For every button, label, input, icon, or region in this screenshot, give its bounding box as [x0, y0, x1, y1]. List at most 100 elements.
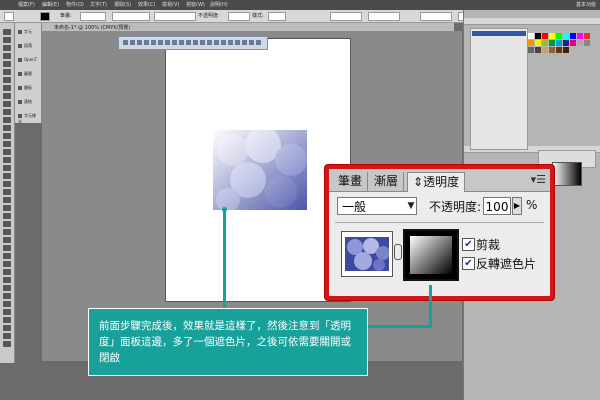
tool-icon[interactable] [3, 197, 11, 203]
panel-char-styles[interactable]: 字元樣式 [18, 113, 38, 124]
align-icon[interactable] [130, 40, 135, 45]
align-icon[interactable] [179, 40, 184, 45]
tool-icon[interactable] [3, 261, 11, 267]
align-icon[interactable] [207, 40, 212, 45]
swatch[interactable] [542, 33, 548, 39]
panel-layers[interactable]: 圖層 [18, 71, 38, 79]
tool-icon[interactable] [3, 157, 11, 163]
tool-icon[interactable] [3, 85, 11, 91]
tool-icon[interactable] [3, 221, 11, 227]
tool-icon[interactable] [3, 149, 11, 155]
tool-icon[interactable] [3, 53, 11, 59]
tool-icon[interactable] [3, 125, 11, 131]
swatch[interactable] [535, 47, 541, 53]
opacity-stepper[interactable]: ▶ [512, 197, 522, 215]
tool-icon[interactable] [3, 93, 11, 99]
tool-icon[interactable] [3, 213, 11, 219]
workspace-switcher[interactable]: 基本功能 [576, 1, 596, 8]
menu-window[interactable]: 視窗(W) [186, 1, 205, 8]
tool-icon[interactable] [3, 181, 11, 187]
tool-icon[interactable] [3, 45, 11, 51]
hydrangea-image[interactable] [213, 130, 307, 210]
swatch[interactable] [549, 40, 555, 46]
tool-icon[interactable] [3, 109, 11, 115]
clip-checkbox[interactable]: ✔ [462, 238, 475, 251]
align-icon[interactable] [214, 40, 219, 45]
swatch[interactable] [556, 33, 562, 39]
tool-icon[interactable] [3, 101, 11, 107]
tool-icon[interactable] [3, 309, 11, 315]
tool-icon[interactable] [3, 133, 11, 139]
swatch[interactable] [577, 40, 583, 46]
tool-icon[interactable] [3, 285, 11, 291]
swatch[interactable] [528, 33, 534, 39]
tool-icon[interactable] [3, 77, 11, 83]
align-icon[interactable] [228, 40, 233, 45]
tool-icon[interactable] [3, 277, 11, 283]
menu-view[interactable]: 檢視(V) [162, 1, 179, 8]
align-icon[interactable] [256, 40, 261, 45]
fill-swatch[interactable] [4, 12, 14, 21]
document-tab[interactable]: 未命名-1* @ 100% (CMYK/預覽) [54, 24, 130, 31]
tab-stroke[interactable]: 筆畫 [333, 172, 369, 191]
opacity-input[interactable]: 100 [483, 197, 511, 215]
align-icon[interactable] [200, 40, 205, 45]
menu-type[interactable]: 文字(T) [90, 1, 107, 8]
swatch[interactable] [570, 33, 576, 39]
align-icon[interactable] [221, 40, 226, 45]
link-icon[interactable] [394, 244, 402, 260]
tool-icon[interactable] [3, 293, 11, 299]
tool-icon[interactable] [3, 301, 11, 307]
swatch[interactable] [584, 33, 590, 39]
swatch[interactable] [556, 47, 562, 53]
swatch[interactable] [528, 47, 534, 53]
tool-icon[interactable] [3, 205, 11, 211]
tool-icon[interactable] [3, 245, 11, 251]
align-icon[interactable] [137, 40, 142, 45]
tool-icon[interactable] [3, 69, 11, 75]
panel-character[interactable]: 字元 [18, 29, 38, 37]
swatch[interactable] [563, 40, 569, 46]
tool-icon[interactable] [3, 237, 11, 243]
panel-artboards[interactable]: 畫板 [18, 85, 38, 93]
tool-icon[interactable] [3, 317, 11, 323]
tool-icon[interactable] [3, 165, 11, 171]
menu-select[interactable]: 選取(S) [114, 1, 131, 8]
swatch[interactable] [563, 47, 569, 53]
align-icon[interactable] [172, 40, 177, 45]
swatch[interactable] [577, 33, 583, 39]
tool-icon[interactable] [3, 341, 11, 347]
tool-icon[interactable] [3, 325, 11, 331]
menu-edit[interactable]: 編輯(E) [42, 1, 59, 8]
tool-icon[interactable] [3, 189, 11, 195]
swatch[interactable] [535, 40, 541, 46]
align-icon[interactable] [242, 40, 247, 45]
swatch[interactable] [584, 40, 590, 46]
swatch[interactable] [549, 33, 555, 39]
invert-mask-checkbox[interactable]: ✔ [462, 257, 475, 270]
align-icon[interactable] [186, 40, 191, 45]
w-field[interactable] [420, 12, 452, 21]
tool-icon[interactable] [3, 117, 11, 123]
swatch[interactable] [570, 40, 576, 46]
opacity-field-ctrl[interactable] [228, 12, 250, 21]
tool-icon[interactable] [3, 229, 11, 235]
panel-links[interactable]: 連結 [18, 99, 38, 107]
align-icon[interactable] [235, 40, 240, 45]
tool-icon[interactable] [3, 253, 11, 259]
panel-paragraph[interactable]: 段落 [18, 43, 38, 51]
menu-effect[interactable]: 效果(C) [138, 1, 155, 8]
brush-field[interactable] [154, 12, 196, 21]
tool-icon[interactable] [3, 61, 11, 67]
panel-opentype[interactable]: OpenT [18, 57, 38, 65]
align-icon[interactable] [144, 40, 149, 45]
swatch[interactable] [556, 40, 562, 46]
swatch[interactable] [549, 47, 555, 53]
align-icon[interactable] [193, 40, 198, 45]
tool-icon[interactable] [3, 173, 11, 179]
style-field[interactable] [268, 12, 286, 21]
swatch[interactable] [528, 40, 534, 46]
chevron-down-icon[interactable]: ▼ [405, 197, 417, 215]
tool-icon[interactable] [3, 29, 11, 35]
swatch[interactable] [535, 33, 541, 39]
